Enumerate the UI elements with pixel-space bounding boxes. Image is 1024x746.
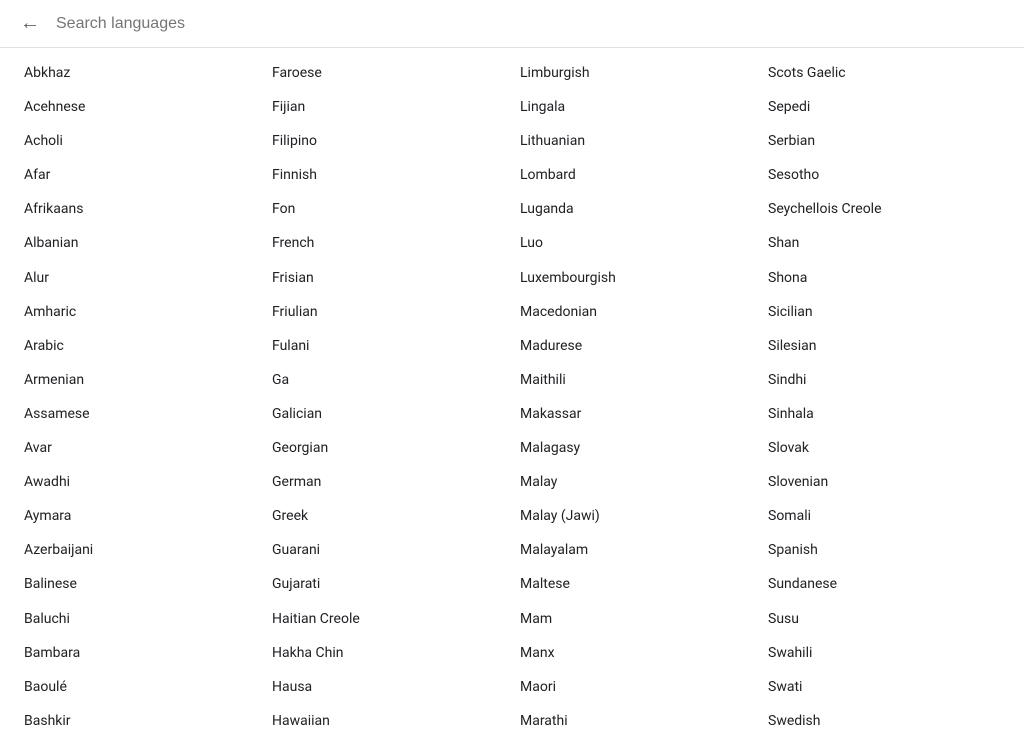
language-grid: AbkhazFaroeseLimburgishScots Gaelic Acehn… bbox=[0, 48, 1024, 746]
list-item[interactable]: Sepedi bbox=[760, 90, 1008, 124]
list-item[interactable]: Madurese bbox=[512, 329, 760, 363]
list-item[interactable]: Haitian Creole bbox=[264, 602, 512, 636]
list-item[interactable]: Sinhala bbox=[760, 397, 1008, 431]
back-icon: ← bbox=[20, 12, 40, 35]
list-item[interactable]: Azerbaijani bbox=[16, 533, 264, 567]
list-item[interactable]: Acehnese bbox=[16, 90, 264, 124]
list-item[interactable]: Hakha Chin bbox=[264, 636, 512, 670]
list-item[interactable]: Swahili bbox=[760, 636, 1008, 670]
list-item[interactable]: Lombard bbox=[512, 158, 760, 192]
list-item[interactable]: Sicilian bbox=[760, 295, 1008, 329]
list-item[interactable]: Bambara bbox=[16, 636, 264, 670]
list-item[interactable]: Arabic bbox=[16, 329, 264, 363]
list-item[interactable]: Baoulé bbox=[16, 670, 264, 704]
list-item[interactable]: Maithili bbox=[512, 363, 760, 397]
list-item[interactable]: Frisian bbox=[264, 261, 512, 295]
list-item[interactable]: Somali bbox=[760, 499, 1008, 533]
list-item[interactable]: Alur bbox=[16, 261, 264, 295]
list-item[interactable]: Bashkir bbox=[16, 704, 264, 738]
list-item[interactable]: French bbox=[264, 226, 512, 260]
list-item[interactable]: Sindhi bbox=[760, 363, 1008, 397]
list-item[interactable]: Amharic bbox=[16, 295, 264, 329]
list-item[interactable]: Swati bbox=[760, 670, 1008, 704]
list-item[interactable]: Lithuanian bbox=[512, 124, 760, 158]
list-item[interactable]: Balinese bbox=[16, 567, 264, 601]
list-item[interactable]: Scots Gaelic bbox=[760, 56, 1008, 90]
list-item[interactable]: Friulian bbox=[264, 295, 512, 329]
list-item[interactable]: Luo bbox=[512, 226, 760, 260]
list-item[interactable]: Shan bbox=[760, 226, 1008, 260]
list-item[interactable]: Malagasy bbox=[512, 431, 760, 465]
list-item[interactable]: Malay bbox=[512, 465, 760, 499]
list-item[interactable]: Galician bbox=[264, 397, 512, 431]
list-item[interactable]: Swedish bbox=[760, 704, 1008, 738]
list-item[interactable]: Abkhaz bbox=[16, 56, 264, 90]
list-item[interactable]: Georgian bbox=[264, 431, 512, 465]
list-item[interactable]: Fijian bbox=[264, 90, 512, 124]
list-item[interactable]: Assamese bbox=[16, 397, 264, 431]
list-item[interactable]: Marathi bbox=[512, 704, 760, 738]
list-item[interactable]: Lingala bbox=[512, 90, 760, 124]
list-item[interactable]: Makassar bbox=[512, 397, 760, 431]
list-item[interactable]: Avar bbox=[16, 431, 264, 465]
list-item[interactable]: Seychellois Creole bbox=[760, 192, 1008, 226]
list-item[interactable]: Luxembourgish bbox=[512, 261, 760, 295]
list-item[interactable]: Acholi bbox=[16, 124, 264, 158]
list-item[interactable]: Afar bbox=[16, 158, 264, 192]
list-item[interactable]: Finnish bbox=[264, 158, 512, 192]
list-item[interactable]: Malay (Jawi) bbox=[512, 499, 760, 533]
list-item[interactable]: Luganda bbox=[512, 192, 760, 226]
list-item[interactable]: Susu bbox=[760, 602, 1008, 636]
list-item[interactable]: Hausa bbox=[264, 670, 512, 704]
list-item[interactable]: Malayalam bbox=[512, 533, 760, 567]
list-item[interactable]: Limburgish bbox=[512, 56, 760, 90]
list-item[interactable]: Fon bbox=[264, 192, 512, 226]
list-item[interactable]: Greek bbox=[264, 499, 512, 533]
list-item[interactable]: Macedonian bbox=[512, 295, 760, 329]
list-item[interactable]: Spanish bbox=[760, 533, 1008, 567]
header: ← bbox=[0, 0, 1024, 48]
list-item[interactable]: Awadhi bbox=[16, 465, 264, 499]
list-item[interactable]: Hawaiian bbox=[264, 704, 512, 738]
list-item[interactable]: Aymara bbox=[16, 499, 264, 533]
list-item[interactable]: Fulani bbox=[264, 329, 512, 363]
list-item[interactable]: Slovak bbox=[760, 431, 1008, 465]
list-item[interactable]: Manx bbox=[512, 636, 760, 670]
list-item[interactable]: Filipino bbox=[264, 124, 512, 158]
list-item[interactable]: German bbox=[264, 465, 512, 499]
list-item[interactable]: Gujarati bbox=[264, 567, 512, 601]
list-item[interactable]: Guarani bbox=[264, 533, 512, 567]
list-item[interactable]: Serbian bbox=[760, 124, 1008, 158]
list-item[interactable]: Faroese bbox=[264, 56, 512, 90]
list-item[interactable]: Ga bbox=[264, 363, 512, 397]
list-item[interactable]: Albanian bbox=[16, 226, 264, 260]
back-button[interactable]: ← bbox=[16, 8, 44, 39]
list-item[interactable]: Maltese bbox=[512, 567, 760, 601]
list-item[interactable]: Mam bbox=[512, 602, 760, 636]
list-item[interactable]: Slovenian bbox=[760, 465, 1008, 499]
list-item[interactable]: Silesian bbox=[760, 329, 1008, 363]
list-item[interactable]: Sesotho bbox=[760, 158, 1008, 192]
list-item[interactable]: Baluchi bbox=[16, 602, 264, 636]
list-item[interactable]: Sundanese bbox=[760, 567, 1008, 601]
list-item[interactable]: Afrikaans bbox=[16, 192, 264, 226]
search-input[interactable] bbox=[56, 15, 1008, 33]
list-item[interactable]: Shona bbox=[760, 261, 1008, 295]
list-item[interactable]: Armenian bbox=[16, 363, 264, 397]
list-item[interactable]: Maori bbox=[512, 670, 760, 704]
